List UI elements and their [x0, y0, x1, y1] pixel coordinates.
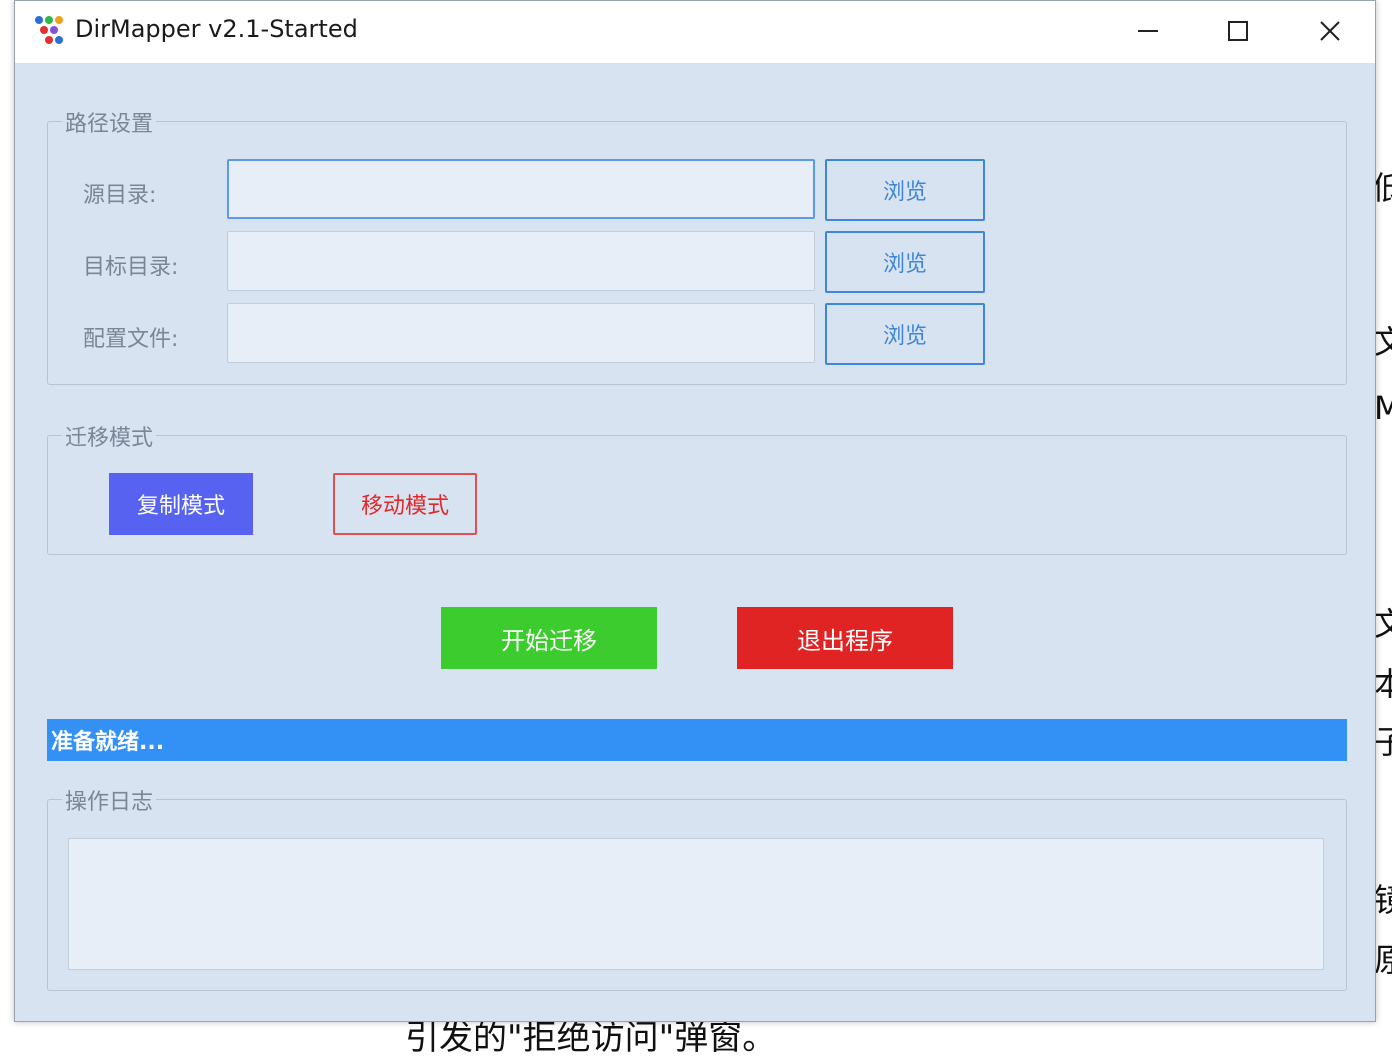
operation-log-legend: 操作日志: [62, 784, 157, 816]
background-text: 镜: [1374, 881, 1392, 919]
dirmapper-window: DirMapper v2.1-Started 路径设置 源目录: 浏览 目标目录…: [14, 0, 1376, 1022]
source-dir-label: 源目录:: [83, 183, 157, 208]
path-settings-legend: 路径设置: [62, 106, 157, 138]
background-text: 原: [1374, 941, 1392, 979]
close-icon: [1320, 21, 1340, 41]
status-bar: 准备就绪...: [47, 719, 1347, 761]
browse-source-button[interactable]: 浏览: [825, 159, 985, 221]
move-mode-button[interactable]: 移动模式: [333, 473, 477, 535]
browse-target-button[interactable]: 浏览: [825, 231, 985, 293]
migration-mode-legend: 迁移模式: [62, 420, 157, 452]
maximize-icon: [1228, 21, 1248, 41]
window-title: DirMapper v2.1-Started: [75, 15, 358, 43]
config-file-label: 配置文件:: [83, 327, 179, 352]
minimize-button[interactable]: [1125, 9, 1171, 53]
app-dots-icon: [33, 15, 65, 47]
operation-log-group: 操作日志: [47, 784, 1347, 991]
target-dir-input[interactable]: [227, 231, 815, 291]
browse-config-button[interactable]: 浏览: [825, 303, 985, 365]
source-dir-input[interactable]: [227, 159, 815, 219]
status-text: 准备就绪...: [51, 730, 165, 755]
config-file-input[interactable]: [227, 303, 815, 363]
background-text: M: [1374, 389, 1392, 427]
background-text: 文: [1374, 605, 1392, 643]
title-bar[interactable]: DirMapper v2.1-Started: [15, 1, 1375, 63]
target-dir-label: 目标目录:: [83, 255, 179, 280]
background-text: 子: [1374, 723, 1392, 761]
copy-mode-button[interactable]: 复制模式: [109, 473, 253, 535]
minimize-icon: [1138, 30, 1158, 32]
exit-program-button[interactable]: 退出程序: [737, 607, 953, 669]
close-button[interactable]: [1307, 9, 1353, 53]
start-migration-button[interactable]: 开始迁移: [441, 607, 657, 669]
background-text: 文: [1374, 323, 1392, 361]
log-textarea[interactable]: [68, 838, 1324, 970]
background-text: 本: [1374, 665, 1392, 703]
maximize-button[interactable]: [1215, 9, 1261, 53]
